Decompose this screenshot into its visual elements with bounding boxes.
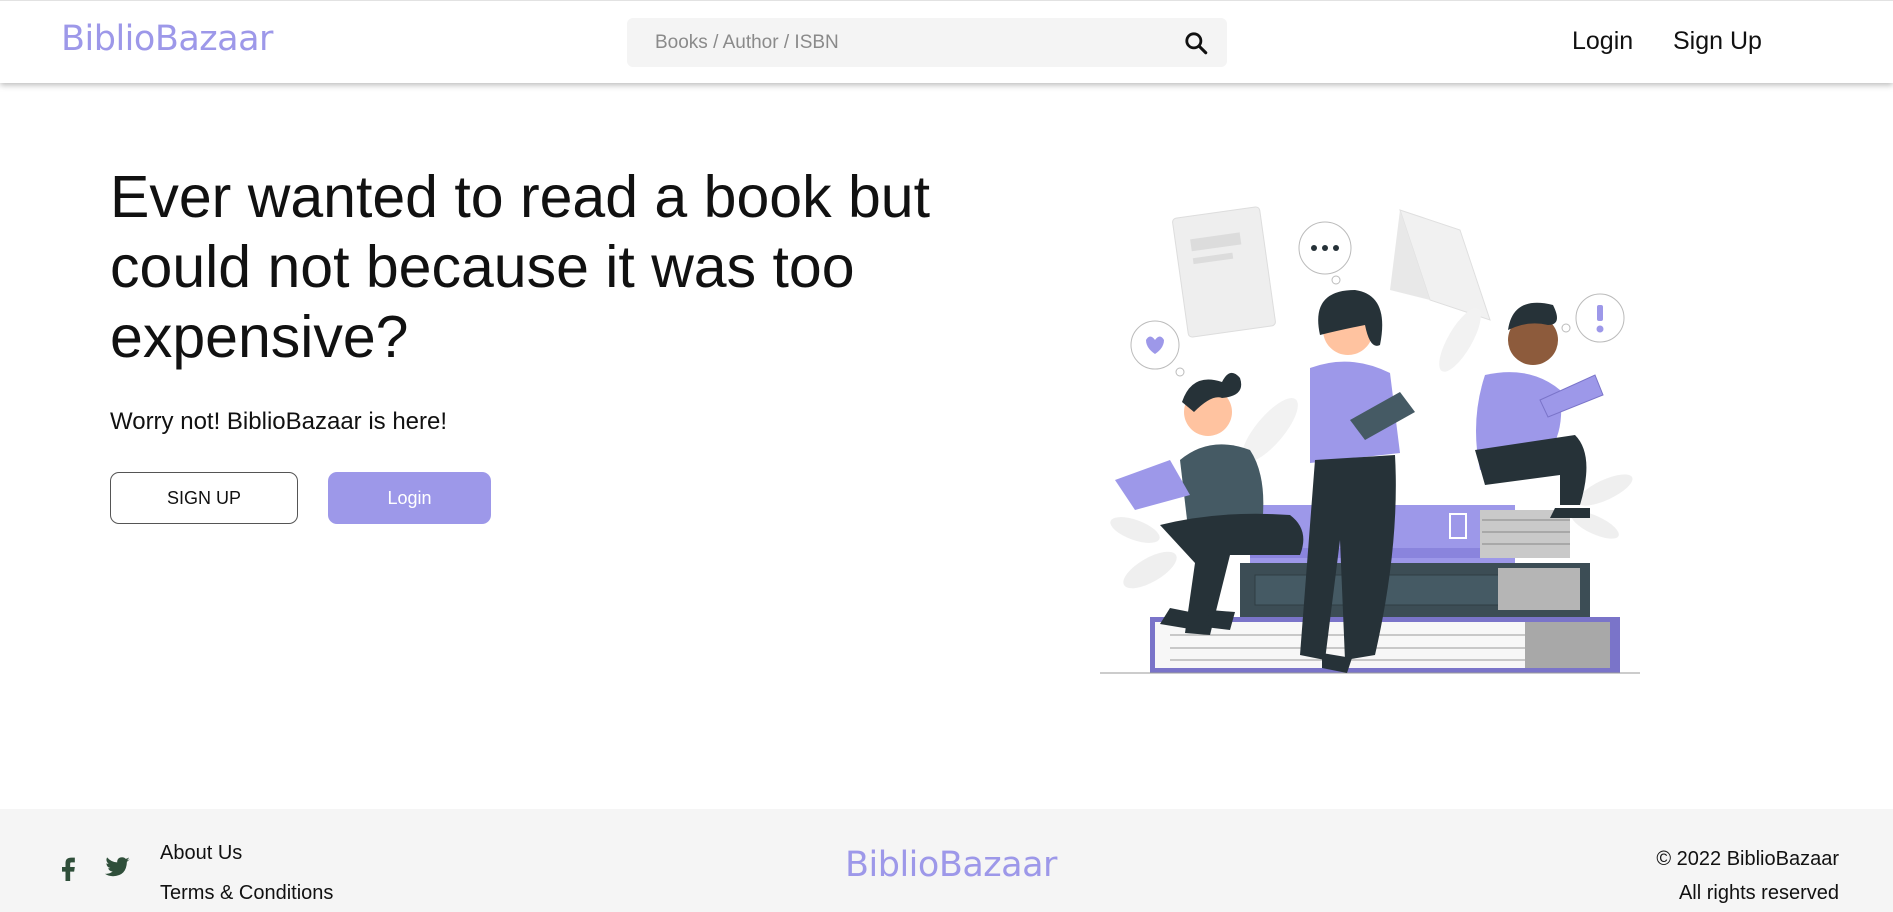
facebook-icon[interactable]	[55, 853, 83, 881]
nav-login-link[interactable]: Login	[1572, 27, 1633, 56]
copyright-block: © 2022 BiblioBazaar All rights reserved	[1656, 842, 1839, 910]
copyright-text: © 2022 BiblioBazaar	[1656, 848, 1839, 870]
hero-title: Ever wanted to read a book but could not…	[110, 164, 930, 370]
hero-subtitle: Worry not! BiblioBazaar is here!	[110, 408, 448, 435]
rights-text: All rights reserved	[1678, 882, 1839, 904]
brand-logo[interactable]: BiblioBazaar	[61, 19, 273, 59]
footer-terms-link[interactable]: Terms & Conditions	[160, 882, 333, 905]
top-navbar: BiblioBazaar Login Sign Up	[0, 0, 1893, 83]
footer-about-link[interactable]: About Us	[160, 842, 242, 865]
twitter-icon[interactable]	[103, 853, 131, 881]
search-bar	[627, 18, 1227, 67]
login-button[interactable]: Login	[328, 472, 491, 524]
search-icon[interactable]	[1183, 30, 1209, 56]
search-input[interactable]	[627, 18, 1175, 67]
page-footer: About Us Terms & Conditions BiblioBazaar…	[0, 809, 1893, 912]
signup-button[interactable]: SIGN UP	[110, 472, 298, 524]
reading-people-illustration	[1100, 206, 1640, 674]
footer-logo[interactable]: BiblioBazaar	[845, 845, 1057, 885]
nav-signup-link[interactable]: Sign Up	[1673, 27, 1762, 56]
